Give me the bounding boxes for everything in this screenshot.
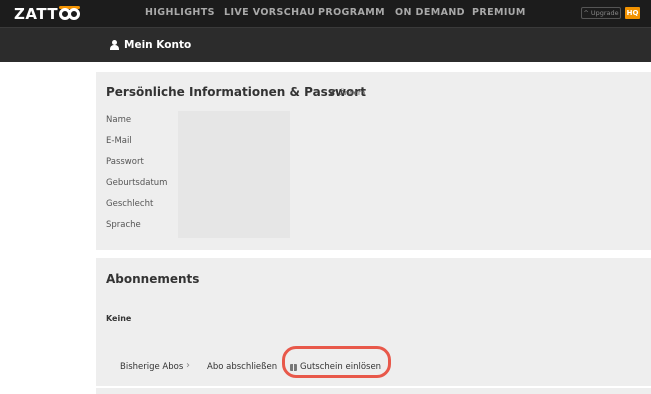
redeem-voucher-link[interactable]: Gutschein einlösen <box>290 362 381 372</box>
pencil-icon <box>328 89 336 97</box>
logo-oo-mark <box>59 6 81 21</box>
logo-text: ZATT <box>14 5 59 23</box>
field-label-gender: Geschlecht <box>106 199 154 209</box>
chevron-up-icon: ^ <box>583 9 589 17</box>
upgrade-label: Upgrade <box>590 9 619 17</box>
gift-icon <box>290 363 297 371</box>
account-title: Mein Konto <box>110 39 191 51</box>
personal-info-title: Persönliche Informationen & Passwort <box>106 85 366 99</box>
field-label-name: Name <box>106 115 132 125</box>
field-label-birthdate: Geburtsdatum <box>106 178 168 188</box>
top-navigation: ZATT HIGHLIGHTS LIVE VORSCHAU PROGRAMM O… <box>0 0 651 27</box>
user-icon <box>110 40 119 50</box>
nav-highlights[interactable]: HIGHLIGHTS <box>145 7 215 18</box>
nav-programm[interactable]: PROGRAMM <box>318 7 385 18</box>
no-subscription-label: Keine <box>106 314 132 323</box>
chevron-right-icon: › <box>186 360 190 371</box>
nav-on-demand[interactable]: ON DEMAND <box>395 7 465 18</box>
subscriptions-title: Abonnements <box>106 272 200 286</box>
account-bar: Mein Konto <box>0 28 651 62</box>
field-label-language: Sprache <box>106 220 141 230</box>
nav-live-vorschau[interactable]: LIVE VORSCHAU <box>224 7 315 18</box>
past-subscriptions-link[interactable]: Bisherige Abos <box>120 362 183 372</box>
field-label-password: Passwort <box>106 157 144 167</box>
nav-premium[interactable]: PREMIUM <box>472 7 526 18</box>
field-label-email: E-Mail <box>106 136 132 146</box>
personal-values-area <box>178 111 290 238</box>
next-panel-edge <box>96 388 651 394</box>
subscriptions-panel: Abonnements Keine Bisherige Abos › Abo a… <box>96 258 651 386</box>
edit-link[interactable]: Ändern <box>328 88 365 97</box>
personal-info-panel: Persönliche Informationen & Passwort Änd… <box>96 72 651 250</box>
hq-badge[interactable]: HQ <box>625 7 640 19</box>
zattoo-logo[interactable]: ZATT <box>14 5 81 23</box>
subscribe-link[interactable]: Abo abschließen <box>207 362 277 372</box>
redeem-voucher-label: Gutschein einlösen <box>300 362 382 372</box>
edit-label: Ändern <box>340 88 366 97</box>
upgrade-button[interactable]: ^ Upgrade <box>581 7 621 19</box>
account-title-label: Mein Konto <box>124 39 192 51</box>
